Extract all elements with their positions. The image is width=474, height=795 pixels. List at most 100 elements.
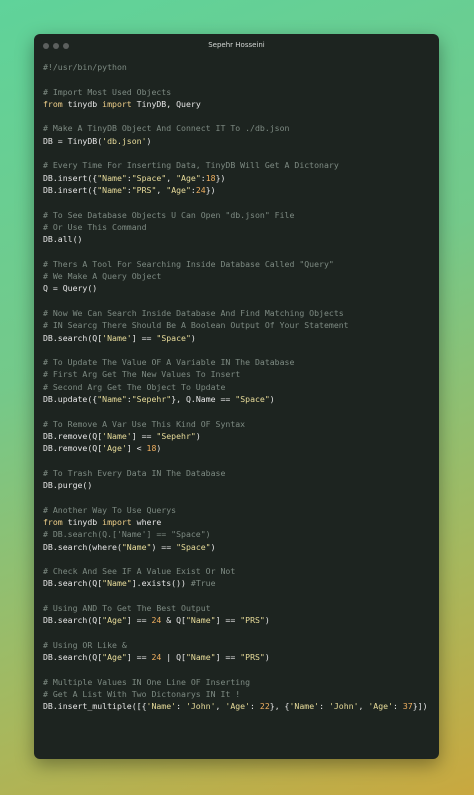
code-line: Q = Query() xyxy=(43,282,435,294)
code-token: }) xyxy=(205,184,216,195)
code-token: "Space" xyxy=(131,172,167,183)
code-token: # Make A TinyDB Object And Connect IT To… xyxy=(43,123,290,134)
code-line: DB.search(where("Name") == "Space") xyxy=(43,541,435,553)
code-line: # To Remove A Var Use This Kind OF Synta… xyxy=(43,418,435,430)
code-token: Q = Query() xyxy=(43,283,98,294)
code-token: # Import Most Used Objects xyxy=(43,86,172,97)
code-token: 24 xyxy=(195,184,206,195)
code-line: # Import Most Used Objects xyxy=(43,86,435,98)
code-token: 'John' xyxy=(185,701,216,712)
code-token: # Second Arg Get The Object To Update xyxy=(43,381,226,392)
code-token: TinyDB, Query xyxy=(131,98,201,109)
code-line: # Second Arg Get The Object To Update xyxy=(43,381,435,393)
code-token: # Another Way To Use Querys xyxy=(43,504,177,515)
code-line: DB = TinyDB('db.json') xyxy=(43,135,435,147)
code-token: DB.remove(Q[ xyxy=(43,443,103,454)
code-token: }, Q.Name == xyxy=(171,394,236,405)
code-token: "Age" xyxy=(102,652,127,663)
code-line: #!/usr/bin/python xyxy=(43,61,435,73)
code-token: from xyxy=(43,516,63,527)
code-token: DB.all() xyxy=(43,234,83,245)
code-token: : xyxy=(319,701,329,712)
code-token: # We Make A Query Object xyxy=(43,271,162,282)
code-line: # DB.search(Q.['Name'] == "Space") xyxy=(43,528,435,540)
code-token: "Name" xyxy=(121,541,152,552)
code-token: ) xyxy=(269,394,275,405)
code-token: 22 xyxy=(259,701,270,712)
code-line: DB.insert({"Name":"Space", "Age":18}) xyxy=(43,172,435,184)
code-token: 'John' xyxy=(328,701,359,712)
code-token: # Get A List With Two Dictonarys IN It ! xyxy=(43,689,241,700)
code-token: ] == xyxy=(126,652,152,663)
code-token: "Name" xyxy=(185,652,216,663)
code-line: # Get A List With Two Dictonarys IN It ! xyxy=(43,688,435,700)
code-line: # Check And See IF A Value Exist Or Not xyxy=(43,565,435,577)
code-token: # To See Database Objects U Can Open "db… xyxy=(43,209,295,220)
code-line: # Make A TinyDB Object And Connect IT To… xyxy=(43,122,435,134)
code-line: DB.search(Q["Name"].exists()) #True xyxy=(43,577,435,589)
code-token: : xyxy=(176,701,186,712)
code-token: | Q[ xyxy=(161,652,186,663)
code-window: Sepehr Hosseini #!/usr/bin/python # Impor… xyxy=(34,34,439,759)
code-token: 37 xyxy=(402,701,413,712)
code-token: # Multiple Values IN One Line OF Inserti… xyxy=(43,676,251,687)
code-token: ) xyxy=(156,443,162,454)
code-line: # We Make A Query Object xyxy=(43,270,435,282)
code-token: "Space" xyxy=(176,541,211,552)
code-token: ) == xyxy=(151,541,177,552)
code-line: DB.insert_multiple([{'Name': 'John', 'Ag… xyxy=(43,700,435,712)
code-line: # Another Way To Use Querys xyxy=(43,504,435,516)
code-token: # To Trash Every Data IN The Database xyxy=(43,467,226,478)
code-token: "Name" xyxy=(102,578,132,589)
code-token: ].exists()) xyxy=(131,578,191,589)
code-token: ] == xyxy=(126,615,152,626)
code-token: # Thers A Tool For Searching Inside Data… xyxy=(43,258,334,269)
code-token: ) xyxy=(264,652,270,663)
code-token: 18 xyxy=(146,443,157,454)
code-line: # Using AND To Get The Best Output xyxy=(43,602,435,614)
code-token: tinydb xyxy=(62,516,103,527)
code-token: # IN Searcg There Should Be A Boolean Ou… xyxy=(43,320,349,331)
code-line: DB.insert({"Name":"PRS", "Age":24}) xyxy=(43,184,435,196)
code-line: # IN Searcg There Should Be A Boolean Ou… xyxy=(43,319,435,331)
code-line: # Thers A Tool For Searching Inside Data… xyxy=(43,258,435,270)
code-token: # Using OR Like & xyxy=(43,639,127,650)
code-token: ) xyxy=(210,541,216,552)
code-token: 'Name' xyxy=(146,701,177,712)
code-line: DB.all() xyxy=(43,233,435,245)
code-token: ) xyxy=(190,332,196,343)
code-token: "PRS" xyxy=(131,184,157,195)
code-token: "Sepehr" xyxy=(131,394,172,405)
code-token: ) xyxy=(146,135,152,146)
code-token: "PRS" xyxy=(240,652,265,663)
code-editor[interactable]: #!/usr/bin/python # Import Most Used Obje… xyxy=(43,61,435,713)
code-token: & Q[ xyxy=(161,615,186,626)
title-bar: Sepehr Hosseini xyxy=(34,34,439,58)
code-token: # First Arg Get The New Values To Insert xyxy=(43,369,241,380)
code-token: "PRS" xyxy=(240,615,265,626)
code-token: #True xyxy=(190,578,216,589)
code-token: ] == xyxy=(131,332,157,343)
code-token: "Space" xyxy=(235,394,270,405)
code-token: DB.search(Q[ xyxy=(43,578,103,589)
code-line: # Now We Can Search Inside Database And … xyxy=(43,307,435,319)
code-line: # Multiple Values IN One Line OF Inserti… xyxy=(43,676,435,688)
code-token: ] == xyxy=(215,615,241,626)
code-token: from xyxy=(43,98,63,109)
code-token: tinydb xyxy=(62,98,103,109)
code-token: ] == xyxy=(215,652,241,663)
code-token: # Now We Can Search Inside Database And … xyxy=(43,307,344,318)
code-token: : xyxy=(250,701,260,712)
code-line: # Using OR Like & xyxy=(43,639,435,651)
code-token: DB.search(Q[ xyxy=(43,652,103,663)
code-token: "Age" xyxy=(166,184,191,195)
code-token: DB.insert({ xyxy=(43,172,98,183)
code-token: "Age" xyxy=(102,615,127,626)
code-line: DB.remove(Q['Name'] == "Sepehr") xyxy=(43,430,435,442)
